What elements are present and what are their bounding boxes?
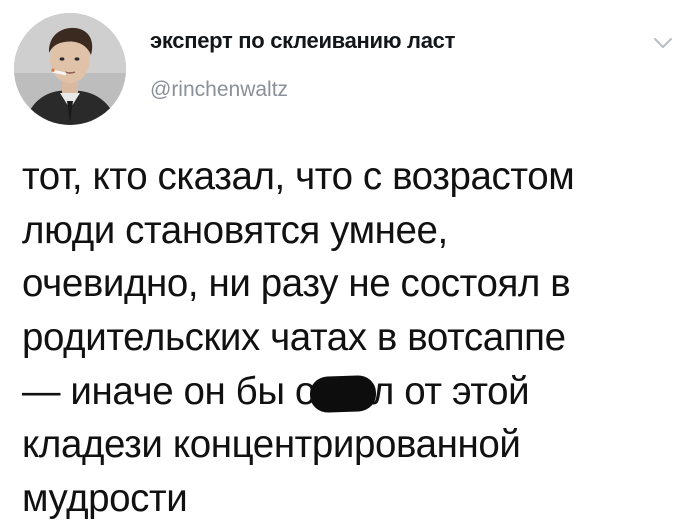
user-handle[interactable]: @rinchenwaltz bbox=[150, 78, 288, 102]
tweet-line: родительских чатах в вотсаппе bbox=[22, 316, 566, 360]
tweet-card: эксперт по склеиванию ласт @rinchenwaltz… bbox=[0, 0, 700, 529]
tweet-line: люди становятся умнее, bbox=[22, 208, 448, 252]
avatar[interactable] bbox=[14, 13, 126, 125]
tweet-line: мудрости bbox=[22, 477, 188, 521]
tweet-text: тот, кто сказал, что с возрастом люди ст… bbox=[22, 150, 692, 526]
profile-photo-icon bbox=[14, 13, 126, 125]
tweet-line-tail: л от этой bbox=[371, 369, 530, 413]
chevron-down-icon[interactable] bbox=[652, 34, 674, 52]
tweet-line: кладези концентрированной bbox=[22, 423, 521, 467]
display-name[interactable]: эксперт по склеиванию ласт bbox=[150, 28, 455, 54]
redaction-blot bbox=[309, 374, 377, 413]
tweet-line-head: — иначе он бы о bbox=[22, 369, 316, 413]
tweet-line: очевидно, ни разу не состоял в bbox=[22, 262, 571, 306]
tweet-line: тот, кто сказал, что с возрастом bbox=[22, 155, 575, 198]
tweet-line-redacted: — иначе он бы о л от этой bbox=[22, 365, 692, 419]
